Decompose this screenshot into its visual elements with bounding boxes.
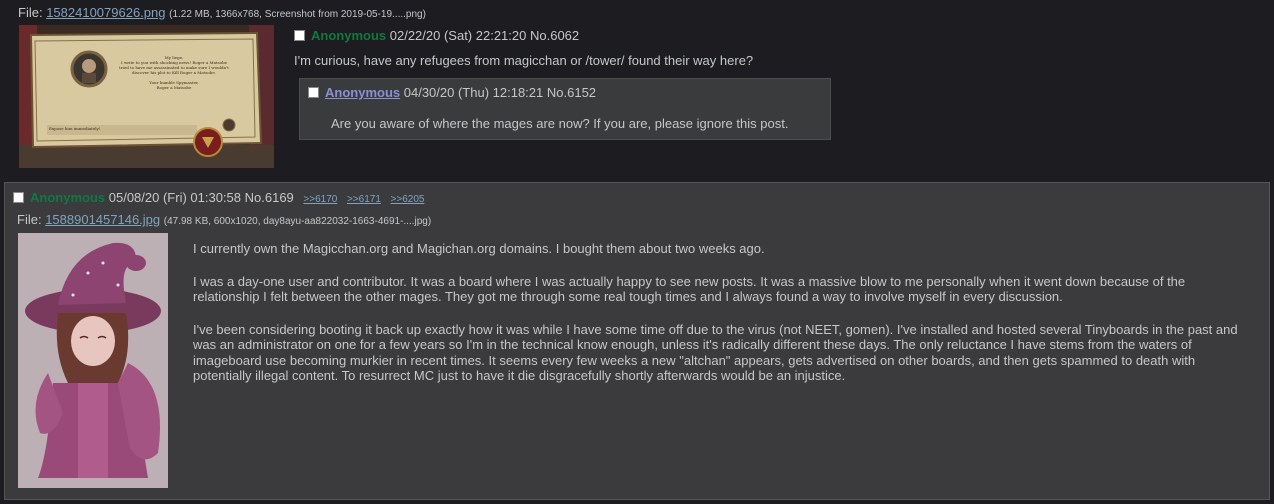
op-select-checkbox[interactable] [294,30,305,41]
op-post-info: Anonymous 02/22/20 (Sat) 22:21:20 No.606… [294,28,579,43]
reply-file-link[interactable]: 1588901457146.jpg [45,212,160,227]
reply-paragraph: I currently own the Magicchan.org and Ma… [193,241,765,256]
reply-file-meta: (47.98 KB, 600x1020, day8ayu-aa822032-16… [163,216,432,227]
backlink[interactable]: >>6205 [391,194,425,205]
thumb-footer-text: Expose him immediately! [49,126,101,131]
op-file-info: File: 1582410079626.png (1.22 MB, 1366x7… [18,5,426,20]
backlink[interactable]: >>6171 [347,194,381,205]
reply-post-info: Anonymous 05/08/20 (Fri) 01:30:58 No.616… [13,190,424,205]
reply-post-date: 05/08/20 (Fri) 01:30:58 [108,190,241,205]
witch-illustration-image [18,233,168,488]
file-label: File: [18,5,43,20]
op-poster-name: Anonymous [311,28,387,43]
quote-post-info: Anonymous 04/30/20 (Thu) 12:18:21 No.615… [308,85,596,100]
quoted-reply-preview: Anonymous 04/30/20 (Thu) 12:18:21 No.615… [299,78,831,140]
reply-poster-name: Anonymous [30,190,106,205]
reply-message: I currently own the Magicchan.org and Ma… [193,241,1243,401]
quote-poster-name[interactable]: Anonymous [325,85,400,100]
op-file-meta: (1.22 MB, 1366x768, Screenshot from 2019… [169,9,426,20]
quote-post-number[interactable]: No.6152 [547,85,596,100]
game-screenshot-image [19,25,274,168]
reply-post-number[interactable]: No.6169 [245,190,294,205]
quote-post-date: 04/30/20 (Thu) 12:18:21 [403,85,544,100]
op-post-number[interactable]: No.6062 [530,28,579,43]
op-file-link[interactable]: 1582410079626.png [46,5,165,20]
reply-select-checkbox[interactable] [13,192,24,203]
file-label: File: [17,212,42,227]
op-thumbnail[interactable]: My liege, I write to you with shocking n… [19,25,274,168]
op-message: I'm curious, have any refugees from magi… [294,53,754,68]
op-post-date: 02/22/20 (Sat) 22:21:20 [389,28,527,43]
reply-file-info: File: 1588901457146.jpg (47.98 KB, 600x1… [17,212,431,227]
quote-select-checkbox[interactable] [308,87,319,98]
thumb-letter-text: My liege, I write to you with shocking n… [119,55,229,90]
backlink[interactable]: >>6170 [303,194,337,205]
reply-paragraph: I was a day-one user and contributor. It… [193,273,1186,305]
reply-post: Anonymous 05/08/20 (Fri) 01:30:58 No.616… [4,182,1270,500]
reply-thumbnail[interactable] [18,233,168,488]
reply-paragraph: I've been considering booting it back up… [193,321,1238,384]
quote-message: Are you aware of where the mages are now… [331,116,789,131]
